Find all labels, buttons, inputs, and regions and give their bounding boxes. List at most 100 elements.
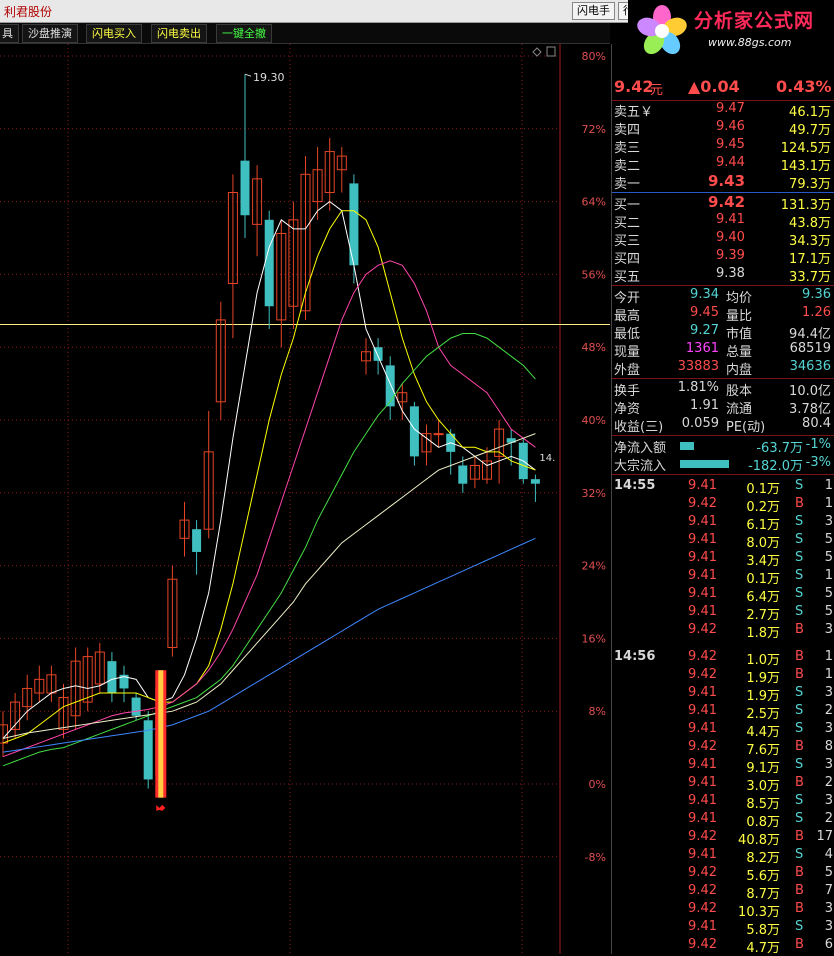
tick-side: S xyxy=(795,847,804,862)
tick-count: 17 xyxy=(816,829,833,844)
tick-side: S xyxy=(795,550,804,565)
sandbox-button[interactable]: 沙盘推演 xyxy=(22,24,78,43)
tick-price: 9.41 xyxy=(688,550,717,565)
tick-volume: 1.9万 xyxy=(746,671,780,686)
tick-count: 3 xyxy=(824,901,833,916)
tick-price: 9.41 xyxy=(688,586,717,601)
stat-value: 1361 xyxy=(685,341,719,356)
divider xyxy=(612,435,834,436)
tick-price: 9.41 xyxy=(688,604,717,619)
finance-value: 3.78亿 xyxy=(789,402,831,417)
ask-label: 卖一 xyxy=(614,177,641,192)
ask-label: 卖二 xyxy=(614,159,641,174)
tick-side: S xyxy=(795,793,804,808)
tick-volume: 4.4万 xyxy=(746,725,780,740)
candle-body xyxy=(131,697,141,716)
candle-body xyxy=(240,160,250,216)
ask-volume: 46.1万 xyxy=(789,105,831,120)
y-axis-label: 32% xyxy=(582,487,606,500)
tick-count: 3 xyxy=(824,757,833,772)
flow-label: 净流入额 xyxy=(614,441,667,456)
stat-value: 9.27 xyxy=(690,323,719,338)
tick-count: 3 xyxy=(824,721,833,736)
ask-price: 9.47 xyxy=(716,101,745,116)
stat-label: 均价 xyxy=(726,291,753,306)
tick-volume: 5.8万 xyxy=(746,923,780,938)
stat-value: 1.26 xyxy=(802,305,831,320)
y-axis-label: 16% xyxy=(582,632,606,645)
bid-label: 买三 xyxy=(614,234,641,249)
tick-count: 2 xyxy=(824,703,833,718)
bid-volume: 33.7万 xyxy=(789,270,831,285)
stat-label: 最低 xyxy=(614,327,641,342)
price-unit: 元 xyxy=(650,83,664,98)
tick-volume: 3.0万 xyxy=(746,779,780,794)
tick-side: B xyxy=(795,649,804,664)
tick-count: 3 xyxy=(824,919,833,934)
tick-count: 5 xyxy=(824,865,833,880)
ask-label: 卖五￥ xyxy=(614,105,654,120)
tick-price: 9.41 xyxy=(688,811,717,826)
finance-value: 0.059 xyxy=(681,416,719,431)
bid-volume: 17.1万 xyxy=(789,252,831,267)
bid-volume: 131.3万 xyxy=(780,198,831,213)
tick-volume: 4.7万 xyxy=(746,941,780,956)
tick-volume: 1.8万 xyxy=(746,626,780,641)
tick-side: S xyxy=(795,685,804,700)
tick-side: S xyxy=(795,757,804,772)
tick-volume: 0.2万 xyxy=(746,500,780,515)
stat-label: 内盘 xyxy=(726,363,753,378)
finance-value: 1.81% xyxy=(677,380,719,395)
lightning-hand-button[interactable]: 闪电手 xyxy=(572,2,615,20)
bid-price: 9.41 xyxy=(716,212,745,227)
tick-price: 9.42 xyxy=(688,937,717,952)
candlestick-chart[interactable]: 80% 72% 64% 56% 48% 40% 32% 24% 16% 8% 0% -8% 19.30 1… xyxy=(0,44,610,954)
tick-count: 1 xyxy=(824,667,833,682)
flow-value: -63.7万 xyxy=(756,441,803,456)
flow-label: 大宗流入 xyxy=(614,459,667,474)
flow-pct: -1% xyxy=(805,437,831,452)
y-axis-label: 40% xyxy=(582,414,606,427)
tick-count: 1 xyxy=(824,649,833,664)
y-axis-label: 80% xyxy=(582,50,606,63)
tick-side: B xyxy=(795,937,804,952)
tick-side: B xyxy=(795,865,804,880)
tick-volume: 40.8万 xyxy=(738,833,780,848)
tick-count: 3 xyxy=(824,793,833,808)
quick-buy-button[interactable]: 闪电买入 xyxy=(86,24,142,43)
tick-price: 9.42 xyxy=(688,865,717,880)
cancel-all-button[interactable]: 一键全撤 xyxy=(216,24,272,43)
tick-side: S xyxy=(795,478,804,493)
tools-menu[interactable]: 具 xyxy=(0,24,19,43)
quick-sell-button[interactable]: 闪电卖出 xyxy=(151,24,207,43)
bid-price: 9.38 xyxy=(716,266,745,281)
tick-side: S xyxy=(795,568,804,583)
tick-price: 9.41 xyxy=(688,793,717,808)
stat-label: 今开 xyxy=(614,291,641,306)
tick-side: S xyxy=(795,604,804,619)
tick-price: 9.41 xyxy=(688,721,717,736)
y-axis-label: 72% xyxy=(582,123,606,136)
tick-price: 9.42 xyxy=(688,901,717,916)
watermark-logo: 分析家公式网 www.88gs.com xyxy=(628,0,834,62)
stat-value: 68519 xyxy=(789,341,831,356)
tick-side: S xyxy=(795,532,804,547)
ask-label: 卖三 xyxy=(614,141,641,156)
flow-pct: -3% xyxy=(805,455,831,470)
finance-label: 收益(三) xyxy=(614,420,664,435)
tick-side: B xyxy=(795,883,804,898)
price-change: ▲0.04 xyxy=(688,77,740,96)
candle-body xyxy=(264,219,274,307)
stat-label: 最高 xyxy=(614,309,641,324)
ask-price: 9.46 xyxy=(716,119,745,134)
tick-count: 3 xyxy=(824,514,833,529)
tick-side: B xyxy=(795,667,804,682)
tick-price: 9.41 xyxy=(688,478,717,493)
tick-count: 1 xyxy=(824,568,833,583)
tick-price: 9.42 xyxy=(688,667,717,682)
high-annotation: 19.30 xyxy=(253,71,285,84)
tick-count: 1 xyxy=(824,496,833,511)
tick-count: 5 xyxy=(824,532,833,547)
stat-label: 量比 xyxy=(726,309,753,324)
price-change-pct: 0.43% xyxy=(776,77,832,96)
